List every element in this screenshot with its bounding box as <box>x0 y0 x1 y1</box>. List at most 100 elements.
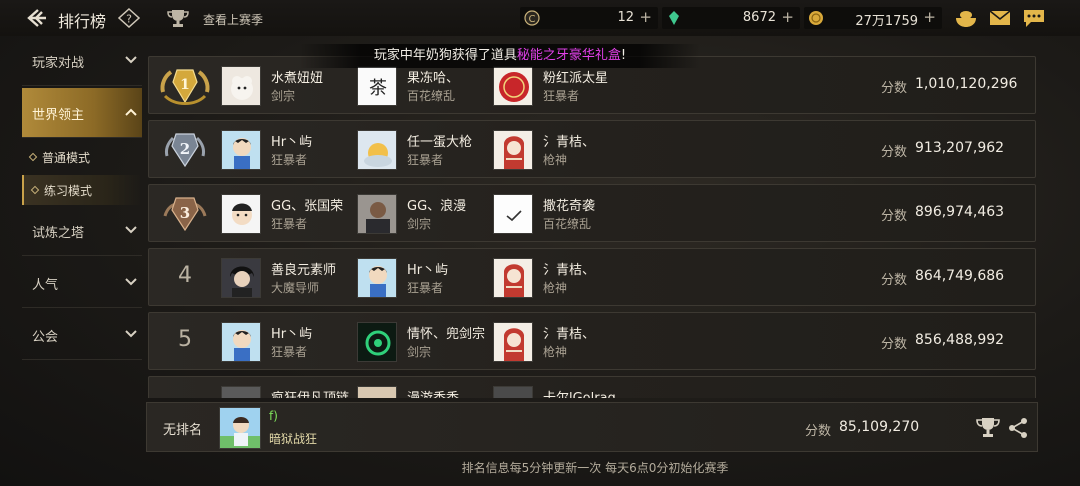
player-slot[interactable]: GG、张国荣 狂暴者 <box>221 193 351 235</box>
leaderboard-row[interactable]: 4 善良元素师 大魔导师 Hr丶屿 狂暴者 氵青桔、 枪神 分数 864,749… <box>148 248 1036 306</box>
player-name: 果冻哈、 <box>407 71 460 86</box>
chevron-down-icon <box>125 330 137 338</box>
add-currency-button[interactable]: + <box>639 8 652 26</box>
sidebar-item-guild[interactable]: 公会 <box>22 310 142 360</box>
player-slot[interactable]: 任一蛋大枪 狂暴者 <box>357 129 487 171</box>
currency-value: 8672 <box>742 10 776 25</box>
player-avatar <box>357 258 397 298</box>
player-avatar <box>493 130 533 170</box>
trophy-icon[interactable] <box>975 416 1001 440</box>
player-name: 氵青桔、 <box>543 135 596 150</box>
player-class: 狂暴者 <box>271 345 308 359</box>
player-slot[interactable]: 氵青桔、 枪神 <box>493 129 623 171</box>
own-score-value: 85,109,270 <box>839 419 920 435</box>
help-icon[interactable]: ? <box>118 8 140 28</box>
announcement-item: 秘能之牙豪华礼盒 <box>516 48 621 63</box>
currency-green-gem: 8672 + <box>662 7 800 29</box>
diamond-bullet-icon <box>30 185 40 195</box>
own-avatar[interactable] <box>219 407 261 449</box>
player-slot[interactable]: 氵青桔、 枪神 <box>493 321 623 363</box>
player-slot[interactable]: 卡尔lGolrag <box>493 385 623 398</box>
player-slot[interactable]: Hr丶屿 狂暴者 <box>221 321 351 363</box>
player-slot[interactable]: 善良元素师 大魔导师 <box>221 257 351 299</box>
player-name: 氵青桔、 <box>543 327 596 342</box>
svg-text:?: ? <box>126 13 132 26</box>
chat-icon[interactable] <box>1022 7 1046 29</box>
player-avatar <box>221 386 261 398</box>
player-name: 撒花奇袭 <box>543 199 596 214</box>
player-name: 疯狂伊凡顶链 <box>271 387 349 398</box>
player-class: 狂暴者 <box>271 153 308 167</box>
add-currency-button[interactable]: + <box>923 8 936 26</box>
player-slot[interactable]: 情怀、兜剑宗 剑宗 <box>357 321 487 363</box>
player-slot[interactable]: 撒花奇袭 百花缭乱 <box>493 193 623 235</box>
player-avatar <box>357 322 397 362</box>
own-player-class: 暗狱战狂 <box>269 432 318 446</box>
sidebar-item-label: 公会 <box>32 330 59 345</box>
score-value: 913,207,962 <box>915 140 1005 156</box>
score-label: 分数 <box>881 273 908 288</box>
share-icon[interactable] <box>1007 416 1029 440</box>
sidebar-item-label: 试炼之塔 <box>32 226 85 241</box>
add-currency-button[interactable]: + <box>781 8 794 26</box>
prev-season-link[interactable]: 查看上赛季 <box>203 11 263 28</box>
rank-number: 4 <box>178 263 192 288</box>
trophy-icon[interactable] <box>166 8 190 28</box>
player-slot[interactable]: 疯狂伊凡顶链 <box>221 385 351 398</box>
player-name: GG、浪漫 <box>407 199 467 214</box>
player-name: Hr丶屿 <box>271 327 313 342</box>
player-slot[interactable]: Hr丶屿 狂暴者 <box>357 257 487 299</box>
sidebar-item-popularity[interactable]: 人气 <box>22 258 142 308</box>
leaderboard-row[interactable]: 3 GG、张国荣 狂暴者 GG、浪漫 剑宗 撒花奇袭 百花缭乱 分数 896,9… <box>148 184 1036 242</box>
player-name: 情怀、兜剑宗 <box>407 327 486 342</box>
player-class: 枪神 <box>543 345 568 359</box>
player-avatar <box>221 322 261 362</box>
currency-c-coin: C 12 + <box>520 7 658 29</box>
score-value: 896,974,463 <box>915 204 1005 220</box>
back-arrow-icon[interactable] <box>26 8 48 28</box>
player-slot[interactable]: GG、浪漫 剑宗 <box>357 193 487 235</box>
player-slot[interactable]: 氵青桔、 枪神 <box>493 257 623 299</box>
player-slot[interactable]: 粉红派太星 狂暴者 <box>493 65 623 107</box>
leaderboard-list[interactable]: 1 水煮妞妞 剑宗 茶 果冻哈、 百花缭乱 粉红派太星 狂暴者 分数 1,010… <box>146 54 1038 398</box>
rank-bronze-badge-icon: 3 <box>163 197 207 232</box>
currency-value: 27万1759 <box>855 14 918 29</box>
player-avatar <box>493 322 533 362</box>
c-coin-icon: C <box>524 10 540 26</box>
player-slot[interactable]: 茶 果冻哈、 百花缭乱 <box>357 65 487 107</box>
score-label: 分数 <box>881 209 908 224</box>
sidebar-item-pvp[interactable]: 玩家对战 <box>22 36 142 86</box>
sidebar-item-trial-tower[interactable]: 试炼之塔 <box>22 206 142 256</box>
player-slot[interactable]: 水煮妞妞 剑宗 <box>221 65 351 107</box>
sidebar-subitem-practice-mode[interactable]: 练习模式 <box>22 175 142 205</box>
sidebar-subitem-normal-mode[interactable]: 普通模式 <box>22 142 142 172</box>
own-player-name: f) <box>269 409 278 423</box>
player-slot[interactable]: 漫游香香、 <box>357 385 487 398</box>
player-avatar <box>221 66 261 106</box>
chevron-down-icon <box>125 278 137 286</box>
player-name: Hr丶屿 <box>407 263 449 278</box>
leaderboard-row[interactable]: 2 Hr丶屿 狂暴者 任一蛋大枪 狂暴者 氵青桔、 枪神 分数 913,207,… <box>148 120 1036 178</box>
player-avatar <box>357 130 397 170</box>
player-avatar <box>493 386 533 398</box>
player-class: 大魔导师 <box>271 281 320 295</box>
leaderboard-row[interactable]: 5 Hr丶屿 狂暴者 情怀、兜剑宗 剑宗 氵青桔、 枪神 分数 856,488,… <box>148 312 1036 370</box>
player-class: 狂暴者 <box>407 153 444 167</box>
sidebar-item-label: 世界领主 <box>32 108 85 123</box>
player-class: 剑宗 <box>407 345 432 359</box>
score-label: 分数 <box>881 337 908 352</box>
mail-icon[interactable] <box>988 7 1012 29</box>
chevron-down-icon <box>125 226 137 234</box>
shop-bowl-icon[interactable] <box>954 7 978 29</box>
player-class: 剑宗 <box>407 217 432 231</box>
player-name: GG、张国荣 <box>271 199 344 214</box>
player-name: 漫游香香、 <box>407 387 472 398</box>
score-label: 分数 <box>881 81 908 96</box>
score-value: 864,749,686 <box>915 268 1005 284</box>
player-name: 氵青桔、 <box>543 263 596 278</box>
leaderboard-row[interactable]: 疯狂伊凡顶链 漫游香香、 卡尔lGolrag <box>148 376 1036 398</box>
player-class: 剑宗 <box>271 89 296 103</box>
sidebar-item-world-boss[interactable]: 世界领主 <box>22 88 142 138</box>
player-slot[interactable]: Hr丶屿 狂暴者 <box>221 129 351 171</box>
player-class: 狂暴者 <box>407 281 444 295</box>
